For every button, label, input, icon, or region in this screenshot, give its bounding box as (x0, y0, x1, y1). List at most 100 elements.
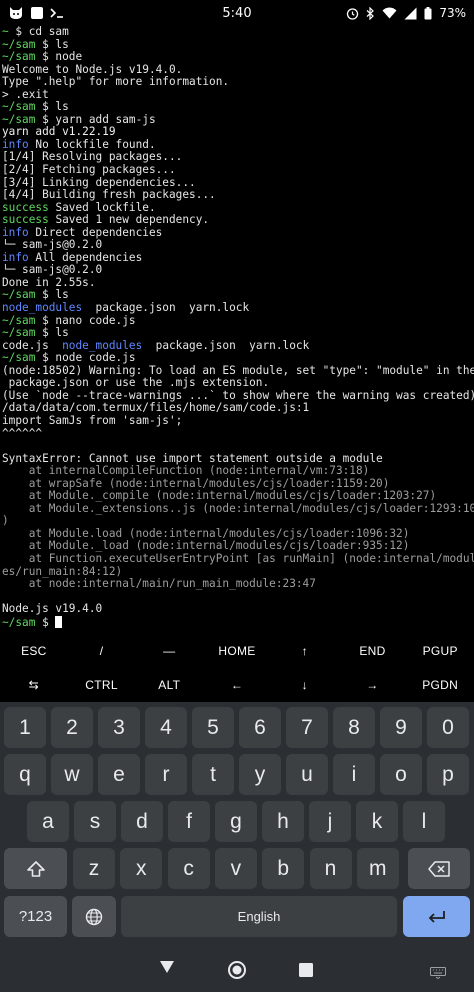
letter-key[interactable]: y (239, 754, 281, 795)
backspace-key[interactable] (408, 848, 470, 889)
terminal-text: $ node code.js (42, 352, 136, 365)
terminal-line: Type ".help" for more information. (0, 76, 474, 89)
letter-key[interactable]: h (262, 801, 304, 842)
terminal-line: [4/4] Building fresh packages... (0, 189, 474, 202)
letter-key[interactable]: c (167, 848, 210, 889)
alt-key[interactable]: ALT (135, 668, 203, 702)
symbols-key[interactable]: ?123 (4, 896, 67, 937)
terminal-text: $ ls (42, 289, 69, 302)
terminal-line: at internalCompileFunction (node:interna… (0, 465, 474, 478)
number-key[interactable]: 7 (286, 707, 328, 748)
letter-key[interactable]: v (214, 848, 257, 889)
terminal-text: $ ls (42, 38, 69, 51)
letter-key[interactable]: o (380, 754, 422, 795)
letter-key[interactable]: z (73, 848, 115, 889)
shift-key[interactable] (4, 848, 67, 889)
pgdn-key[interactable]: PGDN (406, 668, 474, 702)
letter-key[interactable]: e (98, 754, 140, 795)
terminal-text: $ (42, 615, 56, 629)
number-key[interactable]: 0 (427, 707, 469, 748)
terminal-text: node_modules (2, 302, 83, 315)
arrow-down-key[interactable]: ↓ (271, 668, 339, 702)
terminal-line: at Module.load (node:internal/modules/cj… (0, 528, 474, 541)
terminal-text: $ ls (42, 101, 69, 114)
terminal-text: Saved 1 new dependency. (48, 214, 210, 227)
pgup-key[interactable]: PGUP (406, 634, 474, 668)
letter-key[interactable]: f (168, 801, 210, 842)
arrow-left-key[interactable]: ← (203, 668, 271, 702)
terminal-line: ~/sam $ ls (0, 289, 474, 302)
keyboard-row-a: asdfghjkl (0, 801, 474, 843)
terminal-text: at Module._load (node:internal/modules/c… (2, 540, 410, 553)
number-key[interactable]: 5 (192, 707, 234, 748)
letter-key[interactable]: q (4, 754, 46, 795)
terminal-line: info No lockfile found. (0, 139, 474, 152)
arrow-up-key[interactable]: ↑ (271, 634, 339, 668)
letter-key[interactable]: x (120, 848, 163, 889)
terminal-text: SyntaxError: Cannot use import statement… (2, 452, 383, 465)
letter-key[interactable]: r (145, 754, 187, 795)
back-icon[interactable] (158, 959, 176, 979)
home-key[interactable]: HOME (203, 634, 271, 668)
home-icon[interactable] (227, 960, 247, 984)
terminal-text: Node.js v19.4.0 (2, 603, 103, 616)
letter-key[interactable]: k (356, 801, 398, 842)
enter-icon (427, 909, 447, 925)
bluetooth-icon (366, 6, 375, 20)
end-key[interactable]: END (339, 634, 407, 668)
terminal-text: Direct dependencies (28, 226, 163, 239)
arrow-right-key[interactable]: → (339, 668, 407, 702)
keyboard-switch-icon[interactable] (430, 964, 446, 983)
terminal-text: ~/sam (2, 615, 43, 629)
letter-key[interactable]: s (74, 801, 116, 842)
slash-key[interactable]: / (68, 634, 136, 668)
letter-key[interactable]: n (309, 848, 352, 889)
terminal-text: [4/4] Building fresh packages... (2, 189, 216, 202)
number-key[interactable]: 1 (4, 707, 46, 748)
dash-key[interactable]: — (135, 634, 203, 668)
letter-key[interactable]: u (286, 754, 328, 795)
terminal-line: ~/sam $ ls (0, 327, 474, 340)
terminal-line: at wrapSafe (node:internal/modules/cjs/l… (0, 478, 474, 491)
terminal-line: Welcome to Node.js v19.4.0. (0, 64, 474, 77)
letter-key[interactable]: j (309, 801, 351, 842)
letter-key[interactable]: i (333, 754, 375, 795)
terminal-text: [2/4] Fetching packages... (2, 164, 176, 177)
alarm-icon (346, 7, 359, 20)
terminal-text: No lockfile found. (28, 138, 156, 151)
letter-key[interactable]: w (51, 754, 93, 795)
tab-key[interactable]: ⇆ (0, 668, 68, 702)
number-key[interactable]: 4 (145, 707, 187, 748)
terminal-line: at Module._compile (node:internal/module… (0, 490, 474, 503)
soft-keyboard: 1234567890 qwertyuiop asdfghjkl zxcvbnm … (0, 702, 474, 946)
letter-key[interactable]: g (215, 801, 257, 842)
letter-key[interactable]: m (356, 848, 399, 889)
recents-icon[interactable] (299, 962, 313, 981)
enter-key[interactable] (403, 896, 470, 937)
terminal-line: at node:internal/main/run_main_module:23… (0, 578, 474, 591)
terminal-output[interactable]: ~ $ cd sam ~/sam $ ls ~/sam $ node Welcome … (0, 26, 474, 634)
terminal-line: [2/4] Fetching packages... (0, 164, 474, 177)
terminal-line: import SamJs from 'sam-js'; (0, 415, 474, 428)
letter-key[interactable]: a (27, 801, 69, 842)
number-key[interactable]: 6 (239, 707, 281, 748)
ctrl-key[interactable]: CTRL (68, 668, 136, 702)
letter-key[interactable]: t (192, 754, 234, 795)
terminal-line: /data/data/com.termux/files/home/sam/cod… (0, 402, 474, 415)
space-key[interactable]: English (121, 896, 397, 937)
letter-key[interactable]: l (403, 801, 445, 842)
terminal-line: SyntaxError: Cannot use import statement… (0, 453, 474, 466)
number-key[interactable]: 2 (51, 707, 93, 748)
language-key[interactable] (72, 896, 116, 937)
letter-key[interactable]: p (427, 754, 469, 795)
extra-keys-row-1: ESC / — HOME ↑ END PGUP (0, 634, 474, 668)
keyboard-row-bottom: ?123 English (0, 896, 474, 938)
number-key[interactable]: 8 (333, 707, 375, 748)
number-key[interactable]: 9 (380, 707, 422, 748)
keyboard-row-numbers: 1234567890 (0, 707, 474, 749)
letter-key[interactable]: b (262, 848, 305, 889)
terminal-text: $ yarn add sam-js (42, 113, 156, 126)
letter-key[interactable]: d (121, 801, 163, 842)
esc-key[interactable]: ESC (0, 634, 68, 668)
number-key[interactable]: 3 (98, 707, 140, 748)
